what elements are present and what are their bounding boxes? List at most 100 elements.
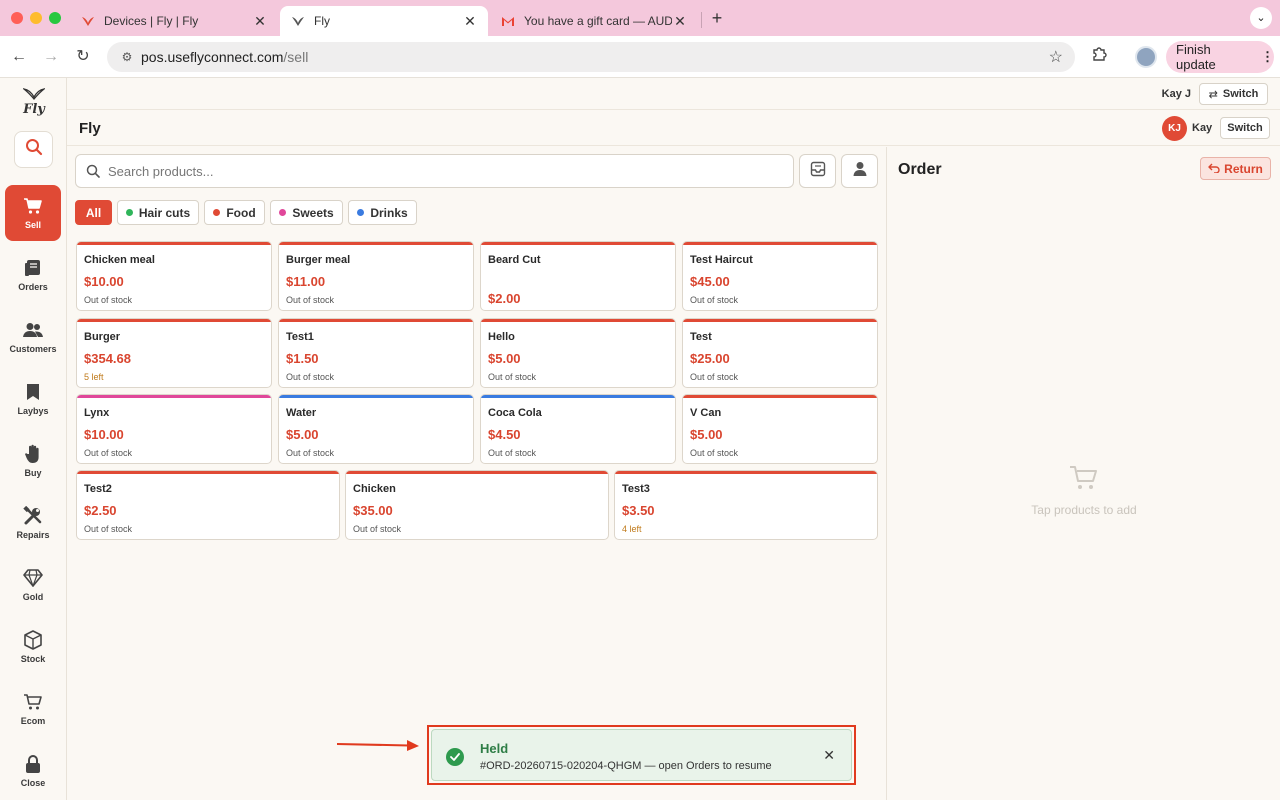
switch-user-button[interactable]: ⇄ Switch: [1199, 83, 1268, 105]
product-price: $5.00: [286, 427, 319, 442]
sidebar-item-label: Buy: [24, 468, 42, 478]
user-bar: Kay J ⇄ Switch: [67, 78, 1280, 110]
product-stock: 5 left: [84, 372, 104, 382]
switch-staff-button[interactable]: Switch: [1220, 117, 1270, 139]
browser-tab-fly[interactable]: Fly ✕: [280, 6, 488, 36]
category-chip-drinks[interactable]: Drinks: [348, 200, 417, 225]
product-card-lynx[interactable]: Lynx $10.00 Out of stock: [76, 394, 272, 464]
tab-title: You have a gift card — AUD $: [524, 14, 672, 28]
category-color-bar: [77, 319, 271, 322]
sidebar-item-label: Repairs: [16, 530, 50, 540]
window-zoom-button[interactable]: [49, 12, 61, 24]
customer-button[interactable]: [841, 154, 878, 188]
product-price: $5.00: [690, 427, 723, 442]
product-card-burger-meal[interactable]: Burger meal $11.00 Out of stock: [278, 241, 474, 311]
person-icon: [853, 161, 867, 182]
toast-message: #ORD-20260715-020204-QHGM — open Orders …: [480, 760, 772, 772]
sidebar-item-repairs[interactable]: Repairs: [5, 495, 61, 551]
held-order-toast: Held #ORD-20260715-020204-QHGM — open Or…: [431, 729, 852, 781]
category-color-bar: [279, 319, 473, 322]
sidebar-item-label: Gold: [22, 592, 44, 602]
tab-separator: [701, 12, 702, 28]
address-bar[interactable]: ⚙ pos.useflyconnect.com/sell ☆: [107, 42, 1075, 72]
sidebar-item-label: Laybys: [17, 406, 49, 416]
reload-icon[interactable]: ↻: [72, 46, 94, 68]
product-search-field[interactable]: [75, 154, 794, 188]
product-stock: 4 left: [622, 524, 642, 534]
tools-icon: [23, 506, 43, 526]
close-icon[interactable]: ✕: [823, 747, 835, 764]
gmail-icon: [500, 13, 516, 29]
fly-icon: [80, 13, 96, 29]
tab-search-chevron-icon[interactable]: ⌄: [1250, 7, 1272, 29]
category-chip-sweets[interactable]: Sweets: [270, 200, 343, 225]
chip-label: Hair cuts: [138, 205, 191, 220]
bookmark-star-icon[interactable]: ☆: [1049, 47, 1063, 67]
window-minimize-button[interactable]: [30, 12, 42, 24]
lock-icon: [23, 754, 43, 774]
chip-label: All: [85, 205, 102, 220]
more-menu-icon[interactable]: ⋮: [1261, 49, 1274, 65]
sidebar-item-ecom[interactable]: Ecom: [5, 681, 61, 737]
browser-tab-bar: Devices | Fly | Fly ✕ Fly ✕ You have a g…: [0, 0, 1280, 36]
window-close-button[interactable]: [11, 12, 23, 24]
category-color-bar: [481, 395, 675, 398]
product-card-burger[interactable]: Burger $354.68 5 left: [76, 318, 272, 388]
avatar[interactable]: KJ: [1162, 116, 1187, 141]
sidebar-item-buy[interactable]: Buy: [5, 433, 61, 489]
product-card-test[interactable]: Test $25.00 Out of stock: [682, 318, 878, 388]
product-card-test1[interactable]: Test1 $1.50 Out of stock: [278, 318, 474, 388]
product-name: Water: [286, 407, 317, 419]
sidebar-item-laybys[interactable]: Laybys: [5, 371, 61, 427]
sidebar-search-button[interactable]: [14, 131, 53, 168]
finish-update-button[interactable]: Finish update ⋮: [1166, 41, 1274, 73]
close-tab-icon[interactable]: ✕: [672, 13, 688, 30]
search-input[interactable]: [108, 163, 748, 179]
product-card-water[interactable]: Water $5.00 Out of stock: [278, 394, 474, 464]
product-stock: Out of stock: [84, 448, 133, 458]
product-card-test2[interactable]: Test2 $2.50 Out of stock: [76, 470, 340, 540]
inbox-button[interactable]: [799, 154, 836, 188]
sidebar-item-orders[interactable]: Orders: [5, 247, 61, 303]
profile-avatar-icon[interactable]: [1135, 46, 1157, 68]
forward-arrow-icon[interactable]: →: [40, 46, 62, 68]
category-dot: [279, 209, 287, 216]
category-color-bar: [279, 242, 473, 245]
close-tab-icon[interactable]: ✕: [252, 13, 268, 30]
product-card-test-haircut[interactable]: Test Haircut $45.00 Out of stock: [682, 241, 878, 311]
product-card-test3[interactable]: Test3 $3.50 4 left: [614, 470, 878, 540]
category-chip-all[interactable]: All: [75, 200, 112, 225]
chip-label: Sweets: [292, 205, 334, 220]
product-card-beard-cut[interactable]: Beard Cut $2.00: [480, 241, 676, 311]
browser-tab-gmail[interactable]: You have a gift card — AUD $ ✕: [490, 6, 698, 36]
category-dot: [125, 209, 133, 216]
sidebar-item-stock[interactable]: Stock: [5, 619, 61, 675]
product-price: $4.50: [488, 427, 521, 442]
browser-tab-devices[interactable]: Devices | Fly | Fly ✕: [70, 6, 278, 36]
close-tab-icon[interactable]: ✕: [462, 13, 478, 30]
product-card-hello[interactable]: Hello $5.00 Out of stock: [480, 318, 676, 388]
product-price: $10.00: [84, 274, 124, 289]
product-card-chicken[interactable]: Chicken $35.00 Out of stock: [345, 470, 609, 540]
product-stock: Out of stock: [690, 448, 739, 458]
new-tab-plus-icon[interactable]: +: [707, 8, 727, 28]
category-chip-hair-cuts[interactable]: Hair cuts: [117, 200, 199, 225]
fly-logo-text: Fly: [23, 102, 45, 117]
sidebar-item-customers[interactable]: Customers: [5, 309, 61, 365]
sidebar-item-label: Sell: [24, 220, 41, 230]
product-card-coca-cola[interactable]: Coca Cola $4.50 Out of stock: [480, 394, 676, 464]
sidebar-item-sell[interactable]: Sell: [5, 185, 61, 241]
product-stock: Out of stock: [690, 295, 739, 305]
site-settings-icon[interactable]: ⚙: [113, 50, 141, 64]
back-arrow-icon[interactable]: ←: [8, 46, 30, 68]
extensions-puzzle-icon[interactable]: [1088, 46, 1110, 68]
product-card-chicken-meal[interactable]: Chicken meal $10.00 Out of stock: [76, 241, 272, 311]
page-title: Fly: [79, 120, 101, 137]
return-button[interactable]: Return: [1200, 157, 1271, 180]
product-card-v-can[interactable]: V Can $5.00 Out of stock: [682, 394, 878, 464]
browser-toolbar: ← → ↻ ⚙ pos.useflyconnect.com/sell ☆ Fin…: [0, 36, 1280, 78]
hand-icon: [23, 444, 43, 464]
sidebar-item-gold[interactable]: Gold: [5, 557, 61, 613]
sidebar-item-close[interactable]: Close: [5, 743, 61, 799]
category-chip-food[interactable]: Food: [204, 200, 265, 225]
